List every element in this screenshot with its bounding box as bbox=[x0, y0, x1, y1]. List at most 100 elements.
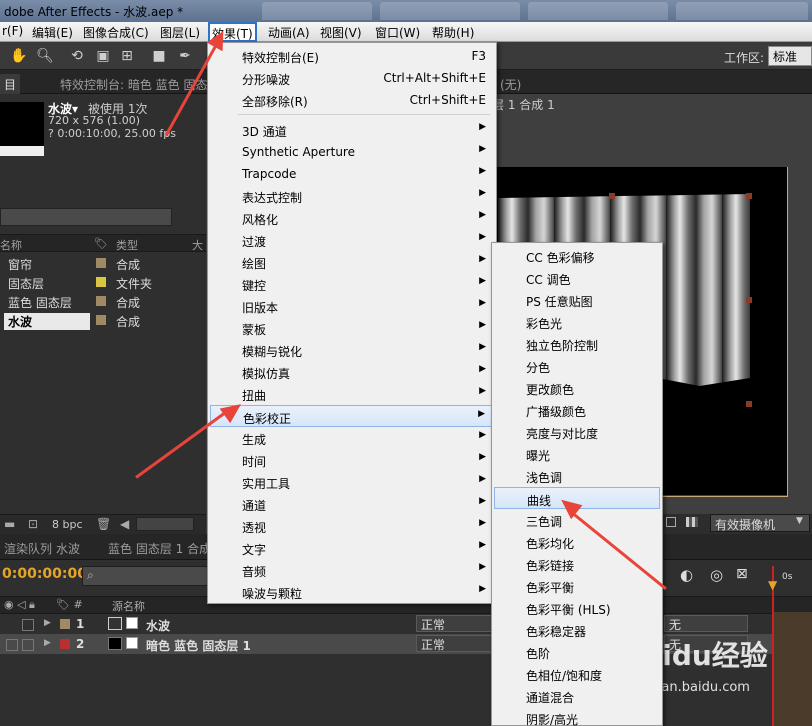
trash-icon[interactable]: 🗑︎ bbox=[96, 517, 111, 531]
horizontal-scrollbar[interactable] bbox=[136, 517, 194, 531]
effects-menu-item-selected[interactable]: 色彩校正 ▶ bbox=[210, 405, 494, 427]
layer-name[interactable]: 水波 bbox=[146, 617, 170, 634]
background-tab[interactable] bbox=[528, 2, 668, 20]
background-tab[interactable] bbox=[380, 2, 520, 20]
effects-menu-item[interactable]: 蒙板 ▶ bbox=[210, 317, 494, 339]
bit-depth[interactable]: 8 bpc bbox=[52, 518, 83, 531]
tab-project[interactable]: 目 bbox=[0, 74, 21, 94]
menu-file[interactable]: r(F) bbox=[0, 24, 25, 40]
effects-menu-item[interactable]: 全部移除(R) Ctrl+Shift+E bbox=[210, 89, 494, 111]
pan-behind-tool-icon[interactable]: ⊞ bbox=[118, 47, 136, 65]
tab-blue-solid-comp[interactable]: 蓝色 固态层 1 合成 bbox=[104, 538, 215, 558]
color-correction-item[interactable]: 分色 bbox=[494, 355, 660, 377]
visibility-column-icon[interactable]: ◉ ◁ 🔒︎ bbox=[4, 598, 35, 612]
effects-menu-item[interactable]: 模糊与锐化 ▶ bbox=[210, 339, 494, 361]
effects-menu-item[interactable]: 生成 ▶ bbox=[210, 427, 494, 449]
effects-menu-item[interactable]: 分形噪波 Ctrl+Alt+Shift+E bbox=[210, 67, 494, 89]
color-correction-item[interactable]: 色彩平衡 bbox=[494, 575, 660, 597]
project-search-input[interactable] bbox=[0, 208, 172, 226]
color-correction-item[interactable]: 阴影/高光 bbox=[494, 707, 660, 726]
current-timecode[interactable]: 0:00:00:00 bbox=[2, 566, 87, 582]
scroll-left-icon[interactable]: ◀ bbox=[120, 517, 129, 531]
effects-menu-item[interactable]: 文字 ▶ bbox=[210, 537, 494, 559]
menu-composition[interactable]: 图像合成(C) bbox=[81, 24, 151, 40]
effects-menu-item[interactable]: 风格化 ▶ bbox=[210, 207, 494, 229]
effects-menu-item[interactable]: 表达式控制 ▶ bbox=[210, 185, 494, 207]
solo-toggle[interactable] bbox=[22, 619, 34, 631]
effects-menu-item[interactable]: Synthetic Aperture ▶ bbox=[210, 141, 494, 163]
tab-render-queue[interactable]: 渲染队列 bbox=[0, 538, 56, 558]
tag-icon[interactable]: 🏷︎ bbox=[94, 237, 108, 250]
color-correction-item[interactable]: 曝光 bbox=[494, 443, 660, 465]
menu-layer[interactable]: 图层(L) bbox=[158, 24, 202, 40]
track-matte-select[interactable]: 无 bbox=[664, 615, 748, 632]
menu-view[interactable]: 视图(V) bbox=[318, 24, 364, 40]
color-correction-item[interactable]: CC 调色 bbox=[494, 267, 660, 289]
menu-help[interactable]: 帮助(H) bbox=[430, 24, 476, 40]
background-tab[interactable] bbox=[262, 2, 372, 20]
blend-mode-select[interactable]: 正常 bbox=[416, 635, 494, 652]
playhead-marker-icon[interactable]: ▼ bbox=[768, 578, 777, 592]
grid-toggle-icon[interactable] bbox=[666, 517, 676, 527]
effects-menu-item[interactable]: 扭曲 ▶ bbox=[210, 383, 494, 405]
project-row[interactable]: 蓝色 固态层 合成 bbox=[0, 292, 206, 311]
effects-menu-item[interactable]: 过渡 ▶ bbox=[210, 229, 494, 251]
background-tab[interactable] bbox=[676, 2, 808, 20]
color-correction-item[interactable]: 色相位/饱和度 bbox=[494, 663, 660, 685]
expand-arrow-icon[interactable]: ▶ bbox=[44, 638, 51, 648]
rectangle-tool-icon[interactable]: ■ bbox=[150, 47, 168, 65]
transparency-grid-icon[interactable] bbox=[686, 517, 698, 527]
color-correction-item[interactable]: 色彩平衡 (HLS) bbox=[494, 597, 660, 619]
column-name[interactable]: 名称 bbox=[0, 237, 22, 253]
color-correction-item[interactable]: 广播级颜色 bbox=[494, 399, 660, 421]
effects-menu-item[interactable]: 模拟仿真 ▶ bbox=[210, 361, 494, 383]
layer-label-swatch[interactable] bbox=[60, 639, 70, 649]
project-row[interactable]: 窗帘 合成 bbox=[0, 254, 206, 273]
layer-label-swatch[interactable] bbox=[60, 619, 70, 629]
timeline-layer-row[interactable]: ▶ 1 水波 正常 无 bbox=[0, 614, 812, 634]
viewer-layer-tab[interactable]: 层 1 合成 1 bbox=[492, 96, 555, 113]
menu-window[interactable]: 窗口(W) bbox=[373, 24, 422, 40]
expand-arrow-icon[interactable]: ▶ bbox=[44, 618, 51, 628]
brainstorm-icon[interactable]: ⊠ bbox=[736, 566, 748, 582]
project-row[interactable]: 固态层 文件夹 bbox=[0, 273, 206, 292]
new-composition-icon[interactable]: ⊡ bbox=[28, 517, 38, 531]
video-toggle[interactable] bbox=[6, 639, 18, 651]
color-correction-item[interactable]: 亮度与对比度 bbox=[494, 421, 660, 443]
color-correction-item[interactable]: 色彩均化 bbox=[494, 531, 660, 553]
effects-menu-item[interactable]: 实用工具 ▶ bbox=[210, 471, 494, 493]
effects-menu-item[interactable]: Trapcode ▶ bbox=[210, 163, 494, 185]
zoom-tool-icon[interactable]: 🔍︎ bbox=[36, 47, 54, 65]
label-column-icon[interactable]: 🏷︎ # bbox=[56, 598, 83, 611]
folder-icon[interactable]: ▬ bbox=[4, 517, 15, 531]
solo-toggle[interactable] bbox=[22, 639, 34, 651]
color-correction-item[interactable]: CC 色彩偏移 bbox=[494, 245, 660, 267]
color-correction-item[interactable]: PS 任意贴图 bbox=[494, 289, 660, 311]
effects-menu-item[interactable]: 特效控制台(E) F3 bbox=[210, 45, 494, 67]
rotate-tool-icon[interactable]: ⟲ bbox=[68, 47, 86, 65]
color-correction-item[interactable]: 色阶 bbox=[494, 641, 660, 663]
chevron-down-icon[interactable]: ▼ bbox=[796, 516, 803, 526]
tab-water-wave[interactable]: 水波 bbox=[52, 538, 84, 558]
tab-viewer-none[interactable]: (无) bbox=[496, 74, 525, 94]
effects-menu-item[interactable]: 绘图 ▶ bbox=[210, 251, 494, 273]
effects-menu-item[interactable]: 旧版本 ▶ bbox=[210, 295, 494, 317]
color-correction-item[interactable]: 色彩稳定器 bbox=[494, 619, 660, 641]
effects-menu-item[interactable]: 音频 ▶ bbox=[210, 559, 494, 581]
column-type[interactable]: 类型 bbox=[116, 237, 138, 253]
color-correction-item[interactable]: 通道混合 bbox=[494, 685, 660, 707]
shy-switch-icon[interactable] bbox=[126, 637, 138, 649]
color-correction-item[interactable]: 独立色阶控制 bbox=[494, 333, 660, 355]
layer-handle[interactable] bbox=[746, 401, 752, 407]
camera-tool-icon[interactable]: ▣ bbox=[94, 47, 112, 65]
blend-mode-select[interactable]: 正常 bbox=[416, 615, 494, 632]
layer-handle[interactable] bbox=[746, 193, 752, 199]
effects-menu-item[interactable]: 透视 ▶ bbox=[210, 515, 494, 537]
layer-handle[interactable] bbox=[746, 297, 752, 303]
effects-menu-item[interactable]: 3D 通道 ▶ bbox=[210, 119, 494, 141]
project-row-selected[interactable]: 水波 合成 bbox=[0, 311, 206, 330]
column-source-name[interactable]: 源名称 bbox=[112, 598, 145, 614]
effects-menu-item[interactable]: 时间 ▶ bbox=[210, 449, 494, 471]
timeline-search-input[interactable]: ⌕ bbox=[82, 566, 210, 586]
color-correction-item[interactable]: 更改颜色 bbox=[494, 377, 660, 399]
